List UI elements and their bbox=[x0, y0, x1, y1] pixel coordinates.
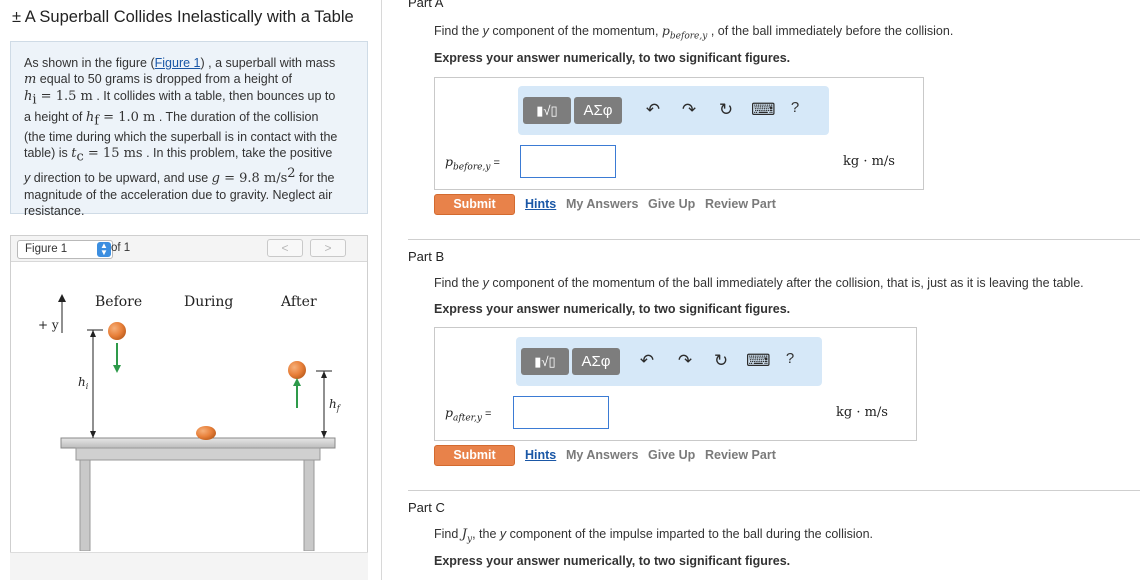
before-label: Before bbox=[95, 294, 142, 310]
help-button[interactable]: ? bbox=[783, 350, 797, 367]
part-b-units: kg · m/s bbox=[836, 405, 888, 420]
plus-y-label: + y bbox=[38, 318, 59, 332]
redo-icon[interactable]: ↷ bbox=[674, 350, 696, 372]
superball-figure: + y Before During After hi hf bbox=[38, 294, 342, 551]
divider-b-c bbox=[408, 490, 1140, 491]
keyboard-icon[interactable]: ⌨ bbox=[746, 350, 771, 372]
templates-button[interactable]: ▮√▯ bbox=[523, 97, 571, 124]
part-c-question: Find Jy, the y component of the impulse … bbox=[434, 527, 874, 545]
after-label: After bbox=[280, 294, 317, 310]
figure-panel: Figure 1 ▲ ▼ of 1 < > + y Before During … bbox=[10, 235, 368, 577]
problem-pane: ± A Superball Collides Inelastically wit… bbox=[0, 0, 382, 580]
part-a-variable-label: pbefore,y = bbox=[445, 154, 500, 173]
part-a-my-answers-link[interactable]: My Answers bbox=[566, 197, 638, 211]
part-b-answer-box: ▮√▯ ΑΣφ ↶ ↷ ↻ ⌨ ? pafter,y = kg · m/s bbox=[434, 327, 917, 441]
figure-footer bbox=[10, 552, 368, 580]
figure-toolbar: Figure 1 ▲ ▼ of 1 < > bbox=[11, 236, 367, 262]
figure-next-button[interactable]: > bbox=[310, 239, 346, 257]
help-button[interactable]: ? bbox=[788, 99, 802, 116]
part-b-instruction: Express your answer numerically, to two … bbox=[434, 302, 791, 316]
problem-title: ± A Superball Collides Inelastically wit… bbox=[12, 8, 354, 26]
table-leg-left bbox=[79, 459, 91, 551]
part-b-variable-label: pafter,y = bbox=[445, 405, 492, 424]
hf-label: hf bbox=[329, 397, 342, 413]
symbols-button[interactable]: ΑΣφ bbox=[574, 97, 622, 124]
reset-icon[interactable]: ↻ bbox=[710, 350, 732, 372]
ball-before bbox=[108, 322, 126, 340]
part-c-instruction: Express your answer numerically, to two … bbox=[434, 554, 791, 568]
divider-a-b bbox=[408, 239, 1140, 240]
table-top bbox=[60, 437, 336, 449]
part-a-submit-button[interactable]: Submit bbox=[434, 194, 515, 215]
ball-after bbox=[288, 361, 306, 379]
figure-count: of 1 bbox=[111, 242, 131, 254]
part-a-review-part-link[interactable]: Review Part bbox=[705, 197, 776, 211]
part-b-label: Part B bbox=[408, 249, 445, 264]
part-b-question: Find the y component of the momentum of … bbox=[434, 276, 1084, 290]
part-b-answer-input[interactable] bbox=[513, 396, 609, 429]
undo-icon[interactable]: ↶ bbox=[642, 99, 664, 121]
part-b-submit-button[interactable]: Submit bbox=[434, 445, 515, 466]
figure-prev-button[interactable]: < bbox=[267, 239, 303, 257]
part-b-give-up-link[interactable]: Give Up bbox=[648, 448, 695, 462]
problem-statement: As shown in the figure (Figure 1) , a su… bbox=[10, 41, 368, 218]
part-a-answer-box: ▮√▯ ΑΣφ ↶ ↷ ↻ ⌨ ? pbefore,y = kg · m/s bbox=[434, 77, 924, 190]
keyboard-icon[interactable]: ⌨ bbox=[751, 99, 776, 121]
figure-select[interactable]: Figure 1 ▲ ▼ bbox=[17, 240, 113, 259]
redo-icon[interactable]: ↷ bbox=[678, 99, 700, 121]
part-a-instruction: Express your answer numerically, to two … bbox=[434, 51, 791, 65]
table-apron bbox=[75, 447, 321, 461]
part-b-my-answers-link[interactable]: My Answers bbox=[566, 448, 638, 462]
y-axis-arrowhead bbox=[58, 294, 66, 302]
part-a-label: Part A bbox=[408, 0, 444, 10]
part-a-math-toolbar: ▮√▯ ΑΣφ ↶ ↷ ↻ ⌨ ? bbox=[518, 86, 829, 135]
table-leg-right bbox=[303, 459, 315, 551]
part-c-label: Part C bbox=[408, 500, 445, 515]
reset-icon[interactable]: ↻ bbox=[715, 99, 737, 121]
symbols-button[interactable]: ΑΣφ bbox=[572, 348, 620, 375]
questions-pane: Part A Find the y component of the momen… bbox=[383, 0, 1140, 580]
part-b-review-part-link[interactable]: Review Part bbox=[705, 448, 776, 462]
figure-link[interactable]: Figure 1 bbox=[155, 56, 201, 70]
part-a-give-up-link[interactable]: Give Up bbox=[648, 197, 695, 211]
during-label: During bbox=[184, 294, 233, 310]
part-a-units: kg · m/s bbox=[843, 154, 895, 169]
hi-label: hi bbox=[78, 375, 89, 391]
part-a-hints-link[interactable]: Hints bbox=[525, 197, 556, 211]
select-caret-icon: ▲ ▼ bbox=[97, 242, 111, 257]
part-b-hints-link[interactable]: Hints bbox=[525, 448, 556, 462]
undo-icon[interactable]: ↶ bbox=[636, 350, 658, 372]
part-a-question: Find the y component of the momentum, pb… bbox=[434, 23, 954, 42]
part-b-math-toolbar: ▮√▯ ΑΣφ ↶ ↷ ↻ ⌨ ? bbox=[516, 337, 822, 386]
ball-during bbox=[196, 426, 216, 440]
templates-button[interactable]: ▮√▯ bbox=[521, 348, 569, 375]
part-a-answer-input[interactable] bbox=[520, 145, 616, 178]
